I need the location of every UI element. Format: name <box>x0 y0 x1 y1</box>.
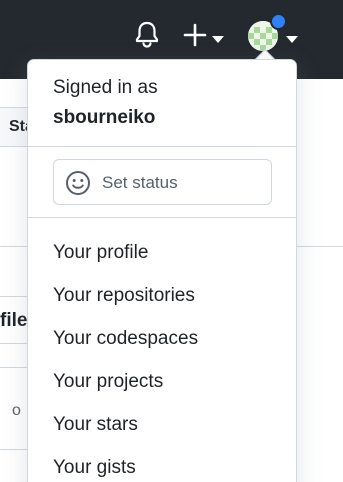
background-row-text: o <box>12 402 21 419</box>
chevron-down-icon[interactable] <box>286 31 298 43</box>
set-status-button[interactable]: Set status <box>53 159 272 205</box>
menu-item-your-profile[interactable]: Your profile <box>53 242 148 264</box>
smiley-icon <box>65 170 91 196</box>
signed-in-label: Signed in as <box>53 77 158 98</box>
menu-item-your-gists[interactable]: Your gists <box>53 457 136 479</box>
menu-item-your-projects[interactable]: Your projects <box>53 371 163 393</box>
menu-item-your-codespaces[interactable]: Your codespaces <box>53 328 198 350</box>
background-file-label: file <box>0 310 28 331</box>
bell-icon[interactable] <box>133 20 161 48</box>
menu-item-your-repositories[interactable]: Your repositories <box>53 285 195 307</box>
menu-item-your-stars[interactable]: Your stars <box>53 414 138 436</box>
notification-dot-icon <box>270 13 287 30</box>
chevron-down-icon[interactable] <box>212 31 224 43</box>
user-dropdown-menu: Signed in as sbourneiko Set status Your … <box>27 59 297 482</box>
menu-divider <box>28 217 296 218</box>
menu-divider <box>28 146 296 147</box>
set-status-label: Set status <box>102 173 178 192</box>
plus-icon[interactable] <box>183 23 207 47</box>
username[interactable]: sbourneiko <box>53 107 155 129</box>
